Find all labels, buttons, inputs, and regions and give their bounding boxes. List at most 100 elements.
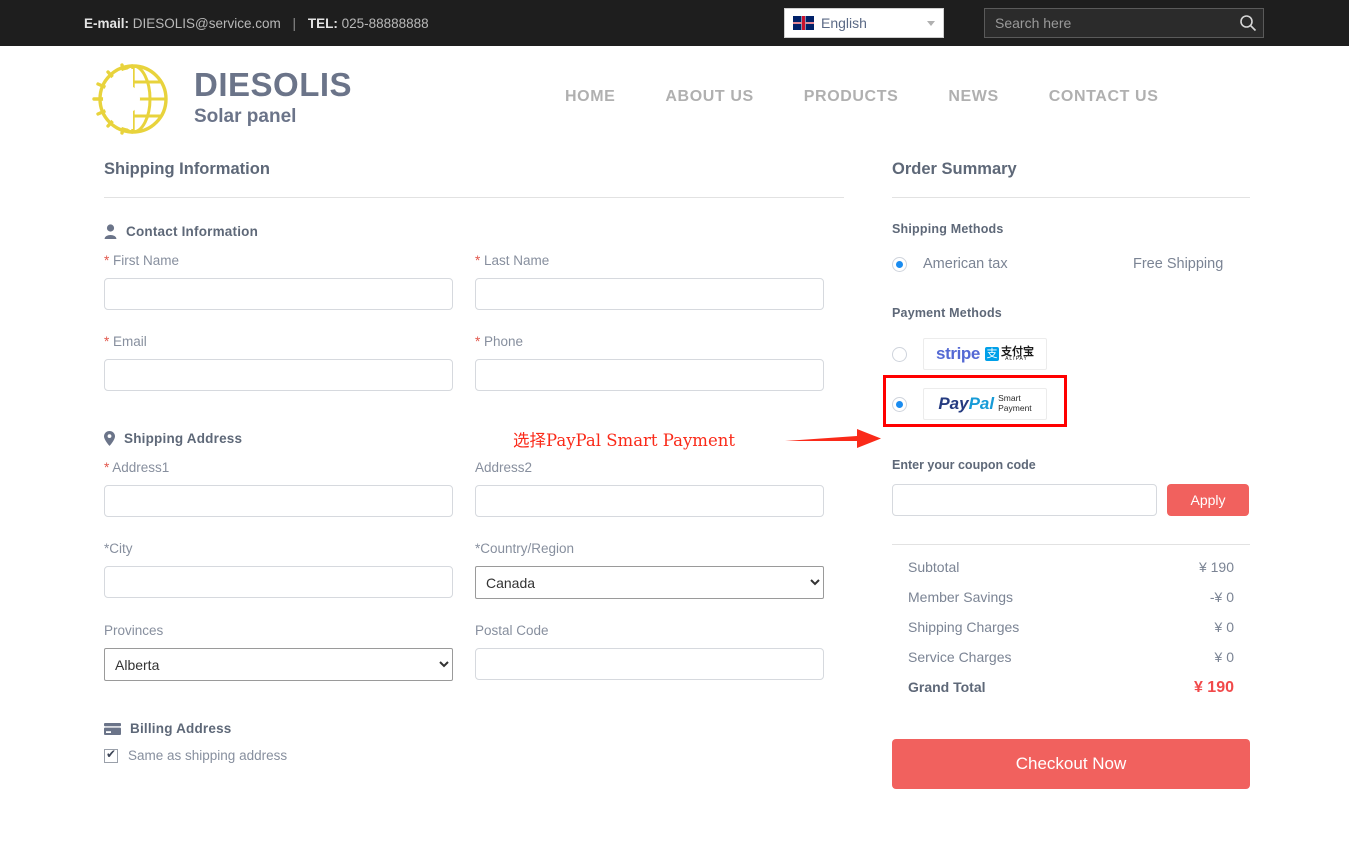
address2-field: Address2 bbox=[475, 460, 824, 517]
city-country-row: *City *Country/Region Canada bbox=[104, 541, 844, 599]
nav-item-about-us[interactable]: ABOUT US bbox=[665, 88, 753, 106]
name-row: * First Name * Last Name bbox=[104, 253, 844, 310]
divider bbox=[104, 197, 844, 198]
payment-method-stripe-row[interactable]: stripe 支 支付宝 ALIPAY bbox=[892, 338, 1250, 370]
user-icon bbox=[104, 224, 117, 239]
brand-name: DIESOLIS bbox=[194, 68, 352, 103]
address2-input[interactable] bbox=[475, 485, 824, 517]
provinces-label: Provinces bbox=[104, 623, 453, 641]
search-bar[interactable] bbox=[984, 8, 1264, 38]
paypal-pay-text: Pay bbox=[938, 394, 968, 414]
subtotal-value: ¥ 190 bbox=[1199, 559, 1234, 575]
contact-info: E-mail: DIESOLIS@service.com | TEL: 025-… bbox=[84, 16, 429, 31]
divider bbox=[892, 197, 1250, 198]
shipping-method-name: American tax bbox=[923, 256, 1133, 272]
city-field: *City bbox=[104, 541, 453, 599]
site-header: DIESOLIS Solar panel HOME ABOUT US PRODU… bbox=[0, 46, 1349, 154]
nav-item-news[interactable]: NEWS bbox=[948, 88, 998, 106]
payment-text: Payment bbox=[998, 403, 1032, 413]
checkout-now-button[interactable]: Checkout Now bbox=[892, 739, 1250, 789]
city-label: *City bbox=[104, 541, 453, 559]
stripe-alipay-logo: stripe 支 支付宝 ALIPAY bbox=[923, 338, 1047, 370]
logo-text: DIESOLIS Solar panel bbox=[194, 68, 352, 129]
shipping-method-radio[interactable] bbox=[892, 257, 907, 272]
phone-input[interactable] bbox=[475, 359, 824, 391]
postal-code-field: Postal Code bbox=[475, 623, 824, 681]
email-input[interactable] bbox=[104, 359, 453, 391]
phone-label: * Phone bbox=[475, 334, 824, 352]
language-selector[interactable]: English bbox=[784, 8, 944, 38]
stripe-radio[interactable] bbox=[892, 347, 907, 362]
first-name-input[interactable] bbox=[104, 278, 453, 310]
smart-text: Smart bbox=[998, 393, 1021, 403]
email-label: * Email bbox=[104, 334, 453, 352]
search-input[interactable] bbox=[985, 9, 1233, 37]
city-input[interactable] bbox=[104, 566, 453, 598]
first-name-field: * First Name bbox=[104, 253, 453, 310]
logo[interactable]: DIESOLIS Solar panel bbox=[84, 56, 352, 142]
nav-item-contact-us[interactable]: CONTACT US bbox=[1049, 88, 1159, 106]
paypal-radio[interactable] bbox=[892, 397, 907, 412]
postal-code-label: Postal Code bbox=[475, 623, 824, 641]
section-title: Contact Information bbox=[126, 224, 258, 239]
member-savings-label: Member Savings bbox=[908, 589, 1013, 605]
province-postal-row: Provinces Alberta Postal Code bbox=[104, 623, 844, 681]
total-row-member-savings: Member Savings -¥ 0 bbox=[892, 589, 1250, 605]
alipay-english-text: ALIPAY bbox=[1005, 357, 1028, 362]
email-value: DIESOLIS@service.com bbox=[133, 16, 281, 31]
first-name-label: * First Name bbox=[104, 253, 453, 271]
order-summary-panel: Order Summary Shipping Methods American … bbox=[892, 160, 1250, 789]
paypal-smart-payment-logo: PayPal Smart Payment bbox=[923, 388, 1047, 420]
billing-address-header: Billing Address bbox=[104, 721, 844, 736]
same-as-shipping-checkbox[interactable] bbox=[104, 749, 118, 763]
order-summary-title: Order Summary bbox=[892, 160, 1250, 197]
coupon-input[interactable] bbox=[892, 484, 1157, 516]
coupon-label: Enter your coupon code bbox=[892, 458, 1250, 472]
address-row: * * Address1Address1 Address2 bbox=[104, 460, 844, 517]
total-row-subtotal: Subtotal ¥ 190 bbox=[892, 559, 1250, 575]
uk-flag-icon bbox=[793, 16, 814, 30]
address1-field: * * Address1Address1 bbox=[104, 460, 453, 517]
postal-code-input[interactable] bbox=[475, 648, 824, 680]
nav-item-home[interactable]: HOME bbox=[565, 88, 615, 106]
country-field: *Country/Region Canada bbox=[475, 541, 824, 599]
separator: | bbox=[293, 16, 297, 31]
credit-card-icon bbox=[104, 723, 121, 735]
grand-total-label: Grand Total bbox=[908, 679, 986, 695]
subtotal-label: Subtotal bbox=[908, 559, 959, 575]
address1-input[interactable] bbox=[104, 485, 453, 517]
email-phone-row: * Email * Phone bbox=[104, 334, 844, 391]
provinces-field: Provinces Alberta bbox=[104, 623, 453, 681]
search-button[interactable] bbox=[1233, 9, 1263, 37]
top-bar: E-mail: DIESOLIS@service.com | TEL: 025-… bbox=[0, 0, 1349, 46]
shipping-methods-label: Shipping Methods bbox=[892, 222, 1250, 236]
alipay-mark-icon: 支 bbox=[985, 347, 999, 361]
nav-item-products[interactable]: PRODUCTS bbox=[804, 88, 899, 106]
divider bbox=[892, 544, 1250, 545]
same-as-shipping-label: Same as shipping address bbox=[128, 748, 287, 763]
country-select[interactable]: Canada bbox=[475, 566, 824, 599]
apply-coupon-button[interactable]: Apply bbox=[1167, 484, 1249, 516]
last-name-input[interactable] bbox=[475, 278, 824, 310]
smart-payment-text: Smart Payment bbox=[998, 394, 1032, 414]
same-as-shipping-row[interactable]: Same as shipping address bbox=[104, 748, 844, 763]
annotation-text: 选择PayPal Smart Payment bbox=[513, 427, 735, 451]
alipay-logo-icon: 支 支付宝 ALIPAY bbox=[985, 346, 1034, 363]
language-label: English bbox=[821, 15, 927, 31]
shipping-method-row[interactable]: American tax Free Shipping bbox=[892, 256, 1250, 272]
shipping-information-panel: Shipping Information Contact Information… bbox=[104, 160, 844, 763]
section-title: Billing Address bbox=[130, 721, 232, 736]
total-row-grand-total: Grand Total ¥ 190 bbox=[892, 679, 1250, 697]
last-name-field: * Last Name bbox=[475, 253, 824, 310]
shipping-charges-value: ¥ 0 bbox=[1215, 619, 1234, 635]
main-nav: HOME ABOUT US PRODUCTS NEWS CONTACT US bbox=[565, 88, 1158, 106]
chevron-down-icon bbox=[927, 21, 935, 26]
section-title: Shipping Address bbox=[124, 431, 242, 446]
shipping-charges-label: Shipping Charges bbox=[908, 619, 1019, 635]
shipping-method-price: Free Shipping bbox=[1133, 256, 1223, 272]
right-arrow-icon bbox=[785, 425, 885, 453]
tel-label: TEL: bbox=[308, 16, 338, 31]
paypal-pal-text: Pal bbox=[969, 394, 995, 414]
provinces-select[interactable]: Alberta bbox=[104, 648, 453, 681]
payment-method-paypal-row[interactable]: PayPal Smart Payment bbox=[892, 388, 1250, 420]
